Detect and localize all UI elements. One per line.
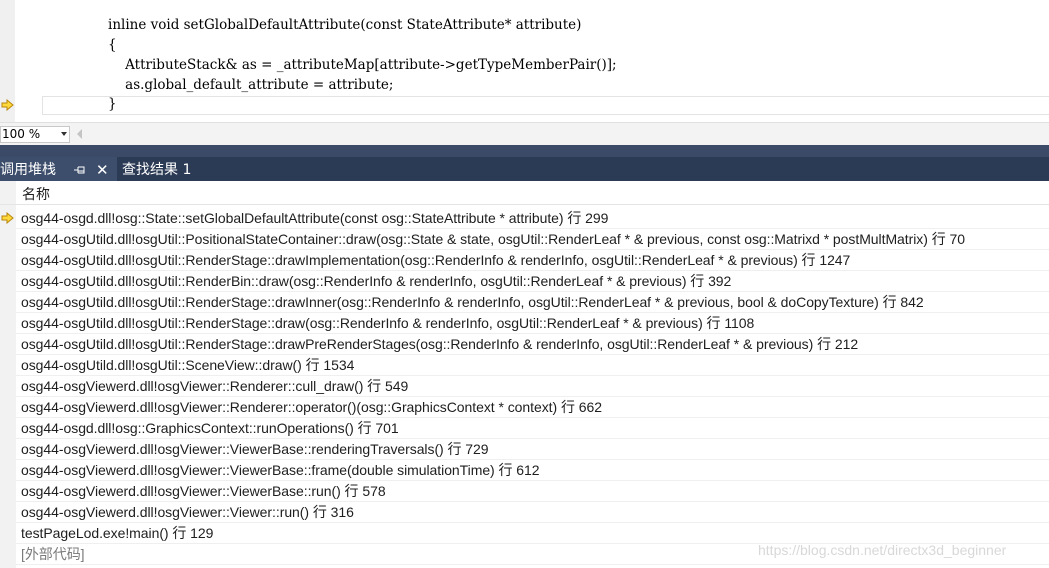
call-stack-row[interactable]: osg44-osgViewerd.dll!osgViewer::Viewer::… — [16, 502, 1049, 523]
current-statement-arrow-icon — [1, 99, 14, 111]
code-line: inline void setGlobalDefaultAttribute(co… — [108, 17, 582, 33]
call-stack-row[interactable]: osg44-osgViewerd.dll!osgViewer::ViewerBa… — [16, 439, 1049, 460]
code-line: AttributeStack& as = _attributeMap[attri… — [108, 57, 617, 73]
tab-find-results[interactable]: 查找结果 1 — [122, 161, 191, 179]
call-stack-row[interactable]: osg44-osgViewerd.dll!osgViewer::ViewerBa… — [16, 481, 1049, 502]
call-stack-row[interactable]: osg44-osgUtild.dll!osgUtil::SceneView::d… — [16, 355, 1049, 376]
call-stack-row[interactable]: osg44-osgViewerd.dll!osgViewer::Renderer… — [16, 397, 1049, 418]
code-line: { — [108, 37, 117, 53]
tab-call-stack-label[interactable]: 调用堆栈 — [0, 161, 56, 179]
call-stack-row[interactable]: osg44-osgd.dll!osg::GraphicsContext::run… — [16, 418, 1049, 439]
tool-window-strip — [0, 145, 1049, 157]
call-stack-gutter — [0, 181, 16, 568]
chevron-down-icon[interactable] — [61, 132, 67, 136]
call-stack-row[interactable]: osg44-osgViewerd.dll!osgViewer::Renderer… — [16, 376, 1049, 397]
frame-text: osg44-osgd.dll!osg::GraphicsContext::run… — [21, 420, 399, 436]
zoom-value: 100 % — [2, 127, 41, 141]
call-stack-row[interactable]: osg44-osgUtild.dll!osgUtil::RenderStage:… — [16, 292, 1049, 313]
frame-text: osg44-osgViewerd.dll!osgViewer::ViewerBa… — [21, 441, 489, 457]
frame-text: osg44-osgViewerd.dll!osgViewer::Renderer… — [21, 399, 602, 415]
frame-text: testPageLod.exe!main() 行 129 — [21, 525, 214, 541]
frame-text: osg44-osgUtild.dll!osgUtil::RenderStage:… — [21, 336, 859, 352]
current-line-highlight — [42, 96, 1049, 115]
call-stack-row[interactable]: osg44-osgUtild.dll!osgUtil::RenderStage:… — [16, 334, 1049, 355]
call-stack-row[interactable]: osg44-osgViewerd.dll!osgViewer::ViewerBa… — [16, 460, 1049, 481]
frame-text: osg44-osgViewerd.dll!osgViewer::ViewerBa… — [21, 483, 386, 499]
call-stack-row[interactable]: osg44-osgd.dll!osg::State::setGlobalDefa… — [16, 208, 1049, 229]
frame-text: osg44-osgViewerd.dll!osgViewer::ViewerBa… — [21, 462, 540, 478]
call-stack-row[interactable]: osg44-osgUtild.dll!osgUtil::RenderStage:… — [16, 250, 1049, 271]
frame-text: osg44-osgUtild.dll!osgUtil::RenderStage:… — [21, 252, 851, 268]
frame-text: osg44-osgViewerd.dll!osgViewer::Renderer… — [21, 378, 409, 394]
column-header-name[interactable]: 名称 — [0, 181, 1049, 205]
frame-text: osg44-osgUtild.dll!osgUtil::RenderStage:… — [21, 294, 924, 310]
pin-icon[interactable] — [74, 165, 86, 175]
frame-text: [外部代码] — [21, 546, 85, 562]
frame-text: osg44-osgViewerd.dll!osgViewer::Viewer::… — [21, 504, 354, 520]
frame-text: osg44-osgUtild.dll!osgUtil::RenderStage:… — [21, 315, 755, 331]
tool-window-header: 调用堆栈 ✕ 查找结果 1 — [0, 145, 1049, 181]
frame-text: osg44-osgUtild.dll!osgUtil::RenderBin::d… — [21, 273, 732, 289]
frame-text: osg44-osgUtild.dll!osgUtil::SceneView::d… — [21, 357, 355, 373]
call-stack-list[interactable]: 名称 osg44-osgd.dll!osg::State::setGlobalD… — [0, 181, 1049, 568]
scroll-left-icon[interactable] — [77, 129, 82, 139]
frame-text: osg44-osgUtild.dll!osgUtil::PositionalSt… — [21, 231, 965, 247]
frame-text: osg44-osgd.dll!osg::State::setGlobalDefa… — [21, 210, 609, 226]
code-editor[interactable]: inline void setGlobalDefaultAttribute(co… — [0, 0, 1049, 122]
call-stack-row[interactable]: osg44-osgUtild.dll!osgUtil::RenderStage:… — [16, 313, 1049, 334]
call-stack-row[interactable]: osg44-osgUtild.dll!osgUtil::RenderBin::d… — [16, 271, 1049, 292]
code-line: as.global_default_attribute = attribute; — [108, 77, 394, 93]
watermark: https://blog.csdn.net/directx3d_beginner — [758, 542, 1007, 558]
call-stack-row[interactable]: osg44-osgUtild.dll!osgUtil::PositionalSt… — [16, 229, 1049, 250]
close-icon[interactable]: ✕ — [96, 163, 109, 178]
column-header-label: 名称 — [22, 187, 50, 203]
editor-status-bar: 100 % — [0, 122, 1049, 145]
zoom-dropdown[interactable]: 100 % — [0, 126, 70, 143]
code-line: } — [108, 96, 117, 112]
call-stack-row[interactable]: testPageLod.exe!main() 行 129 — [16, 523, 1049, 544]
current-frame-arrow-icon — [1, 212, 14, 224]
